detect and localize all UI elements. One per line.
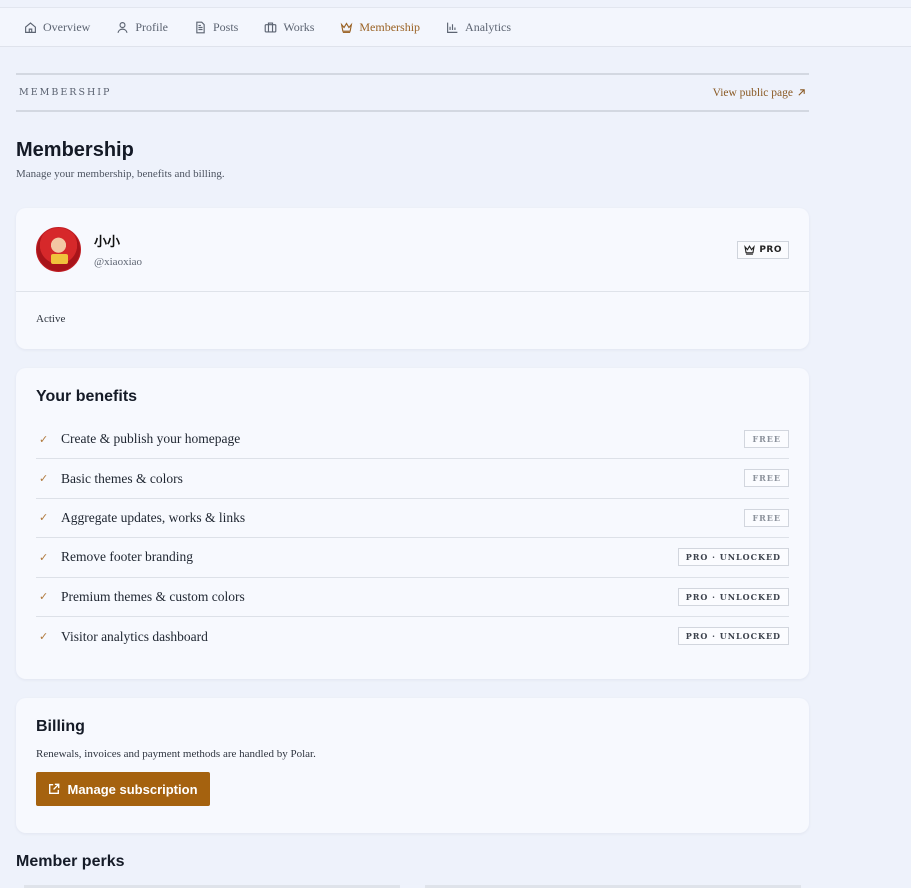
top-nav: Overview Profile Posts Works Membership … (0, 7, 911, 47)
check-icon: ✓ (39, 590, 49, 604)
benefits-title: Your benefits (36, 388, 138, 405)
tier-badge: PRO · UNLOCKED (677, 548, 789, 567)
tier-badge: PRO · UNLOCKED (677, 626, 789, 645)
external-arrow-icon (798, 89, 805, 96)
billing-note: Renewals, invoices and payment methods a… (36, 748, 316, 760)
perks-title: Member perks (16, 853, 125, 870)
membership-status: Active (36, 313, 66, 325)
avatar (36, 227, 81, 272)
benefit-list: ✓ Create & publish your homepage FREE ✓ … (36, 420, 789, 656)
tab-posts[interactable]: Posts (194, 20, 238, 35)
benefit-item: ✓ Remove footer branding PRO · UNLOCKED (36, 538, 789, 578)
tab-label: Overview (43, 19, 91, 34)
tier-badge: FREE (744, 430, 789, 448)
profile-card: 小小 @xiaoxiao PRO Active (16, 208, 809, 349)
benefit-label: Basic themes & colors (61, 470, 183, 486)
link-label: View public page (712, 86, 793, 99)
crown-icon (341, 21, 353, 33)
billing-card: Billing Renewals, invoices and payment m… (16, 698, 809, 833)
tab-label: Membership (359, 19, 421, 34)
check-icon: ✓ (39, 472, 49, 486)
tab-label: Works (283, 19, 315, 34)
tab-analytics[interactable]: Analytics (446, 20, 511, 35)
page-title: Membership (16, 139, 134, 161)
user-icon (117, 21, 128, 33)
tier-badge: FREE (744, 508, 789, 527)
benefit-label: Remove footer branding (61, 549, 193, 565)
benefit-item: ✓ Premium themes & custom colors PRO · U… (36, 578, 789, 617)
benefit-item: ✓ Create & publish your homepage FREE (36, 420, 789, 460)
page-subtitle: Manage your membership, benefits and bil… (16, 168, 225, 180)
benefit-item: ✓ Aggregate updates, works & links FREE (36, 499, 789, 539)
benefit-label: Premium themes & custom colors (61, 588, 245, 604)
benefit-item: ✓ Basic themes & colors FREE (36, 459, 789, 499)
crown-icon (744, 245, 756, 255)
tab-label: Posts (213, 19, 239, 34)
check-icon: ✓ (39, 511, 49, 525)
button-label: Manage subscription (67, 781, 198, 797)
bar-chart-icon (447, 22, 458, 33)
section-label: MEMBERSHIP (19, 87, 112, 98)
pro-badge: PRO (737, 241, 789, 259)
profile-header: 小小 @xiaoxiao PRO (16, 208, 809, 292)
pro-badge-label: PRO (759, 245, 782, 255)
tab-label: Analytics (465, 19, 512, 34)
check-icon: ✓ (39, 432, 49, 446)
tab-works[interactable]: Works (264, 20, 314, 35)
benefit-label: Create & publish your homepage (61, 431, 241, 447)
tab-profile[interactable]: Profile (116, 20, 168, 35)
view-public-page-link[interactable]: View public page (713, 87, 806, 99)
check-icon: ✓ (39, 630, 49, 644)
benefit-item: ✓ Visitor analytics dashboard PRO · UNLO… (36, 617, 789, 656)
display-name: 小小 (94, 235, 121, 250)
profile-names: 小小 @xiaoxiao (94, 231, 142, 268)
check-icon: ✓ (39, 550, 49, 564)
billing-title: Billing (36, 718, 85, 735)
document-icon (196, 21, 205, 33)
tab-membership[interactable]: Membership (340, 20, 420, 35)
briefcase-icon (265, 21, 277, 33)
home-icon (25, 21, 36, 33)
benefit-label: Aggregate updates, works & links (61, 509, 246, 525)
tab-label: Profile (135, 19, 168, 34)
external-link-icon (49, 783, 60, 794)
tier-badge: PRO · UNLOCKED (677, 587, 789, 606)
user-handle: @xiaoxiao (94, 256, 143, 268)
section-header: MEMBERSHIP View public page (16, 73, 809, 112)
tab-overview[interactable]: Overview (24, 20, 90, 35)
benefits-card: Your benefits ✓ Create & publish your ho… (16, 368, 809, 679)
tier-badge: FREE (744, 469, 789, 488)
benefit-label: Visitor analytics dashboard (61, 628, 208, 644)
manage-subscription-button[interactable]: Manage subscription (36, 772, 210, 806)
